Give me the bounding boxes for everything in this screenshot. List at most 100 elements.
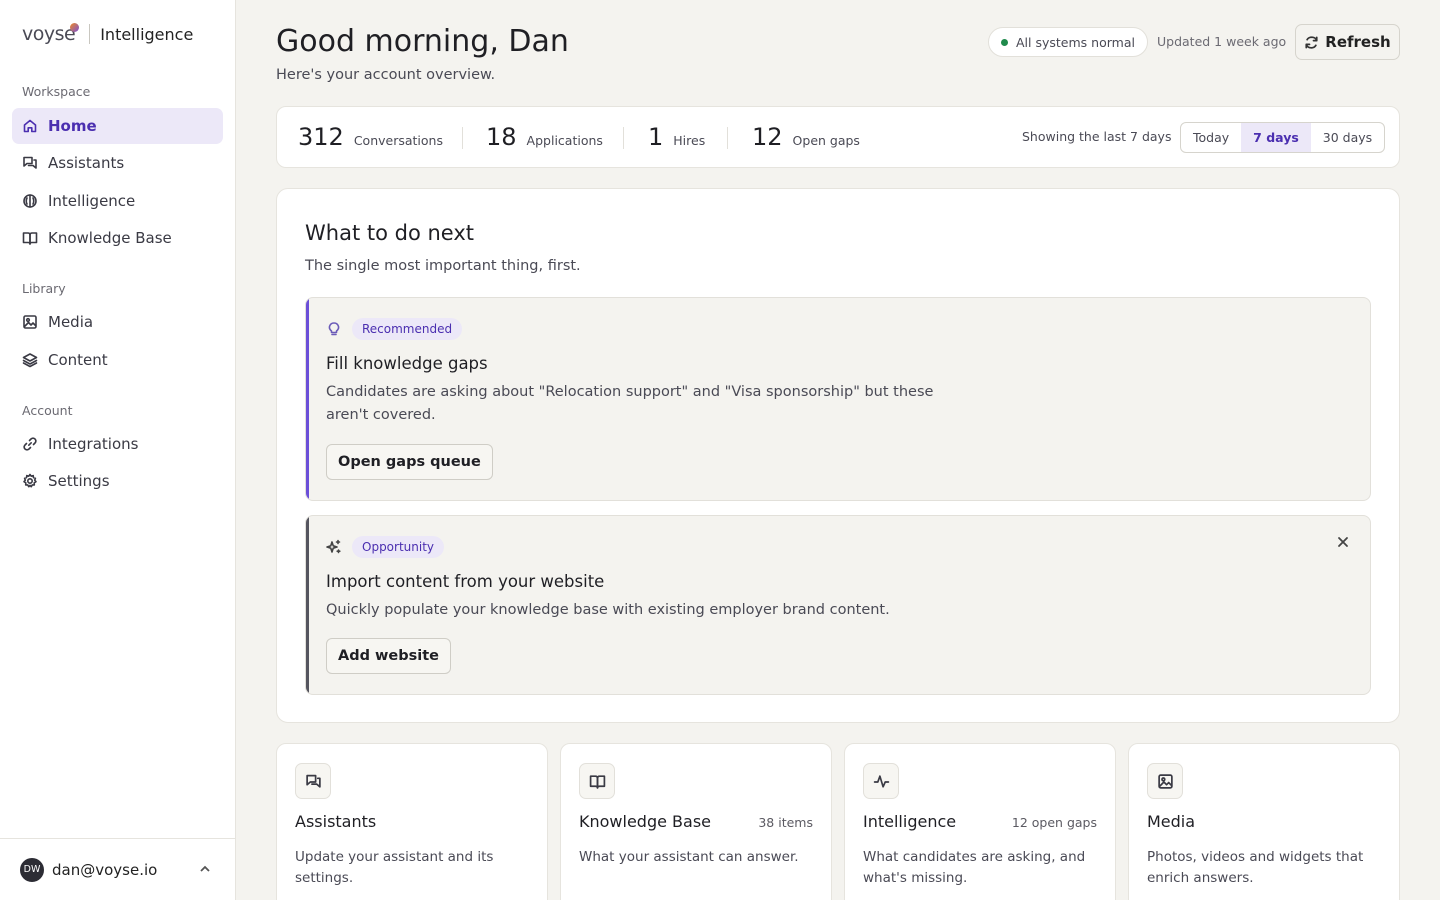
brand-logo: voyse [22, 23, 80, 45]
tag-badge: Opportunity [352, 536, 445, 558]
accent-bar [306, 298, 309, 500]
last-updated: Updated 1 week ago [1157, 34, 1287, 49]
sidebar-item-label: Home [48, 117, 97, 135]
status-text: All systems normal [1016, 34, 1135, 50]
brand-divider [89, 24, 91, 44]
tile-description: Photos, videos and widgets that enrich a… [1147, 849, 1364, 886]
brain-icon [22, 193, 38, 209]
add-website-button[interactable]: Add website [326, 638, 452, 674]
sidebar: voyse Intelligence Workspace Home Assist… [0, 0, 236, 900]
tile-knowledge-base[interactable]: Knowledge Base 38 items What your assist… [560, 743, 832, 900]
sidebar-item-integrations[interactable]: Integrations [12, 426, 223, 462]
tile-meta: 12 open gaps [1011, 815, 1097, 830]
tile-description: Update your assistant and its settings. [295, 849, 494, 886]
chat-icon [295, 763, 331, 799]
section-label-library: Library [22, 281, 66, 296]
sidebar-item-label: Media [48, 313, 94, 331]
stat-divider [727, 127, 728, 149]
stat-applications: 18 Applications [486, 123, 603, 151]
action-title: Import content from your website [326, 572, 605, 591]
stat-divider [623, 127, 624, 149]
brand-logo-mark [70, 23, 80, 32]
section-label-account: Account [22, 403, 73, 418]
sidebar-item-home[interactable]: Home [12, 108, 223, 144]
home-icon [22, 118, 38, 134]
sidebar-item-settings[interactable]: Settings [12, 463, 223, 499]
action-card-opportunity: Opportunity Import content from your web… [305, 515, 1371, 695]
stat-value: 1 [648, 123, 664, 151]
open-gaps-queue-button[interactable]: Open gaps queue [326, 444, 493, 480]
quick-links: Assistants Update your assistant and its… [276, 743, 1400, 900]
tile-title: Assistants [295, 812, 377, 831]
sidebar-item-label: Settings [48, 472, 110, 490]
sidebar-item-assistants[interactable]: Assistants [12, 145, 223, 181]
what-to-do-next-card: What to do next The single most importan… [276, 188, 1400, 723]
section-subtitle: The single most important thing, first. [305, 258, 581, 274]
user-menu[interactable]: DW dan@voyse.io [0, 838, 236, 900]
sidebar-item-label: Intelligence [48, 192, 136, 210]
layers-icon [22, 352, 38, 368]
action-card-recommended: Recommended Fill knowledge gaps Candidat… [305, 297, 1371, 501]
refresh-label: Refresh [1325, 33, 1391, 51]
status-dot-icon [1001, 38, 1008, 46]
action-description: Candidates are asking about "Relocation … [326, 384, 934, 423]
action-description: Quickly populate your knowledge base wit… [326, 602, 890, 618]
stat-divider [462, 127, 463, 149]
stat-value: 18 [486, 123, 517, 151]
tag-badge: Recommended [352, 318, 463, 340]
chevron-up-icon[interactable] [198, 861, 212, 875]
tile-title: Knowledge Base [579, 812, 711, 831]
stat-label: Applications [526, 133, 603, 148]
sidebar-item-label: Assistants [48, 154, 125, 172]
date-range-selector: Today 7 days 30 days [1180, 122, 1386, 153]
refresh-button[interactable]: Refresh [1295, 24, 1400, 60]
book-icon [22, 230, 38, 246]
gear-icon [22, 473, 38, 489]
stats-summary: 312 Conversations 18 Applications 1 Hire… [276, 106, 1400, 168]
close-icon [1338, 537, 1348, 547]
range-label: Showing the last 7 days [1022, 129, 1172, 144]
book-icon [579, 763, 615, 799]
activity-icon [863, 763, 899, 799]
sidebar-item-intelligence[interactable]: Intelligence [12, 183, 223, 219]
brand[interactable]: voyse Intelligence [22, 20, 193, 48]
stat-label: Conversations [353, 133, 443, 148]
status-badge: All systems normal [988, 27, 1148, 57]
tile-assistants[interactable]: Assistants Update your assistant and its… [276, 743, 548, 900]
action-tag-row: Recommended [326, 318, 463, 340]
tile-title: Intelligence [863, 812, 957, 831]
refresh-icon [1305, 35, 1318, 49]
range-30-days-button[interactable]: 30 days [1311, 123, 1384, 152]
link-icon [22, 436, 38, 452]
stat-hires: 1 Hires [648, 123, 705, 151]
sparkles-icon [326, 539, 341, 554]
tile-intelligence[interactable]: Intelligence 12 open gaps What candidate… [844, 743, 1116, 900]
stat-label: Hires [673, 133, 706, 148]
sidebar-item-label: Integrations [48, 435, 139, 453]
action-tag-row: Opportunity [326, 536, 445, 558]
user-email: dan@voyse.io [52, 860, 158, 879]
image-icon [22, 314, 38, 330]
tile-media[interactable]: Media Photos, videos and widgets that en… [1128, 743, 1400, 900]
tile-title: Media [1147, 812, 1196, 831]
range-7-days-button[interactable]: 7 days [1241, 123, 1311, 152]
section-title: What to do next [305, 221, 474, 245]
sidebar-item-content[interactable]: Content [12, 342, 223, 378]
tile-meta: 38 items [758, 815, 813, 830]
brand-product-name: Intelligence [100, 24, 194, 44]
accent-bar [306, 516, 309, 694]
range-today-button[interactable]: Today [1181, 123, 1241, 152]
avatar: DW [20, 857, 44, 882]
chat-icon [22, 155, 38, 171]
sidebar-item-knowledge-base[interactable]: Knowledge Base [12, 220, 223, 256]
stat-open-gaps: 12 Open gaps [752, 123, 860, 151]
sidebar-item-media[interactable]: Media [12, 304, 223, 340]
image-icon [1147, 763, 1183, 799]
section-label-workspace: Workspace [22, 84, 91, 99]
brand-logo-text: voyse [22, 23, 76, 45]
dismiss-button[interactable] [1336, 534, 1352, 550]
tile-description: What your assistant can answer. [579, 849, 799, 865]
page-title: Good morning, Dan [276, 24, 569, 59]
stat-value: 12 [752, 123, 783, 151]
stat-conversations: 312 Conversations [298, 123, 443, 151]
